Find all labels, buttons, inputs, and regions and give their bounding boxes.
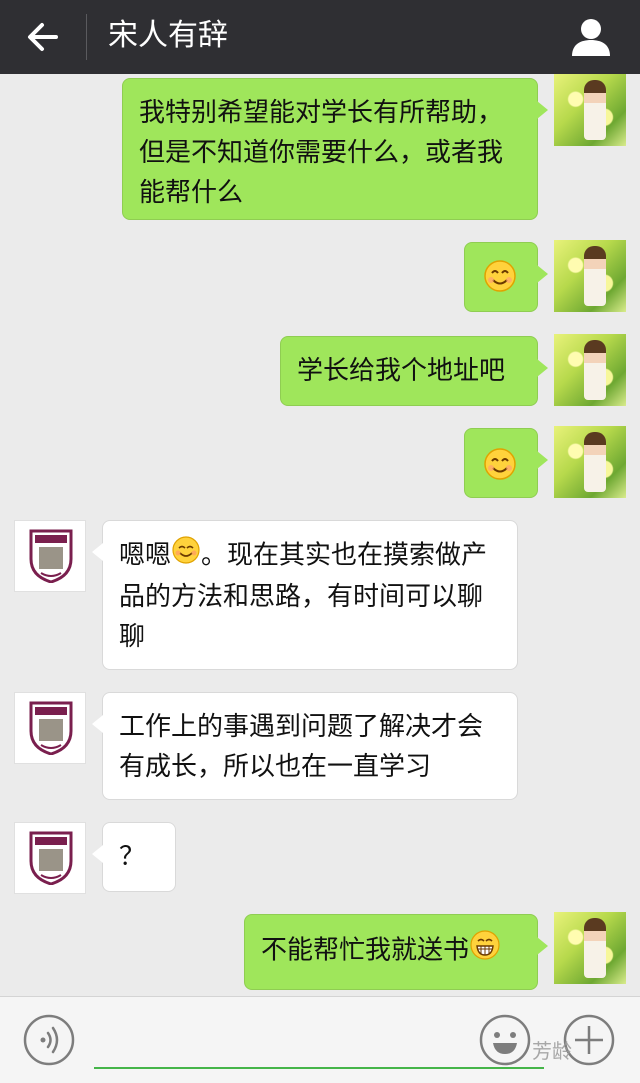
- my-avatar[interactable]: [554, 334, 626, 406]
- emoji-button[interactable]: [478, 1013, 532, 1067]
- message-text: 工作上的事遇到问题了解决才会有成长，所以也在一直学习: [119, 712, 484, 782]
- input-bar: 芳龄: [0, 996, 640, 1083]
- message-bubble-theirs[interactable]: ？: [92, 822, 176, 892]
- arrow-left-icon: [28, 23, 58, 51]
- my-avatar[interactable]: [554, 240, 626, 312]
- person-icon: [572, 19, 610, 56]
- contact-avatar[interactable]: [14, 822, 86, 894]
- message-bubble-mine[interactable]: 不能帮忙我就送书: [244, 914, 548, 990]
- message-bubble-mine[interactable]: 我特别希望能对学长有所帮助，但是不知道你需要什么，或者我能帮什么: [122, 78, 548, 220]
- profile-button[interactable]: [566, 12, 616, 62]
- message-bubble-mine[interactable]: 学长给我个地址吧: [280, 336, 548, 406]
- watermark: 芳龄: [532, 1039, 572, 1063]
- smile-emoji: [484, 448, 516, 480]
- message-text: 不能帮忙我就送书: [261, 935, 470, 966]
- message-bubble-theirs[interactable]: 工作上的事遇到问题了解决才会有成长，所以也在一直学习: [92, 692, 518, 800]
- blush-emoji: [171, 535, 201, 577]
- my-avatar[interactable]: [554, 74, 626, 146]
- crest-icon: [29, 701, 73, 755]
- message-text: 我特别希望能对学长有所帮助，但是不知道你需要什么，或者我能帮什么: [139, 98, 504, 208]
- chat-title: 宋人有辞: [108, 18, 228, 53]
- input-underline: [94, 1067, 544, 1069]
- back-button[interactable]: [22, 16, 66, 58]
- message-bubble-mine[interactable]: [464, 428, 548, 498]
- header-divider: [86, 14, 87, 60]
- contact-avatar[interactable]: [14, 692, 86, 764]
- crest-icon: [29, 831, 73, 885]
- message-text-start: 嗯嗯: [119, 540, 172, 571]
- chat-header: 宋人有辞: [0, 0, 640, 74]
- message-bubble-mine[interactable]: [464, 242, 548, 312]
- smile-emoji: [484, 260, 516, 292]
- voice-button[interactable]: [22, 1013, 76, 1067]
- smiley-icon: [479, 1014, 531, 1066]
- message-text: 学长给我个地址吧: [297, 356, 506, 386]
- contact-avatar[interactable]: [14, 520, 86, 592]
- grin-emoji: [469, 929, 501, 973]
- message-list[interactable]: 我特别希望能对学长有所帮助，但是不知道你需要什么，或者我能帮什么 学长给我个地址…: [0, 74, 640, 996]
- message-input[interactable]: [94, 1017, 478, 1065]
- voice-icon: [23, 1014, 75, 1066]
- message-text: ？: [119, 842, 146, 872]
- message-bubble-theirs[interactable]: 嗯嗯 。现在其实也在摸索做产品的方法和思路，有时间可以聊聊: [92, 520, 518, 670]
- my-avatar[interactable]: [554, 912, 626, 984]
- my-avatar[interactable]: [554, 426, 626, 498]
- crest-icon: [29, 529, 73, 583]
